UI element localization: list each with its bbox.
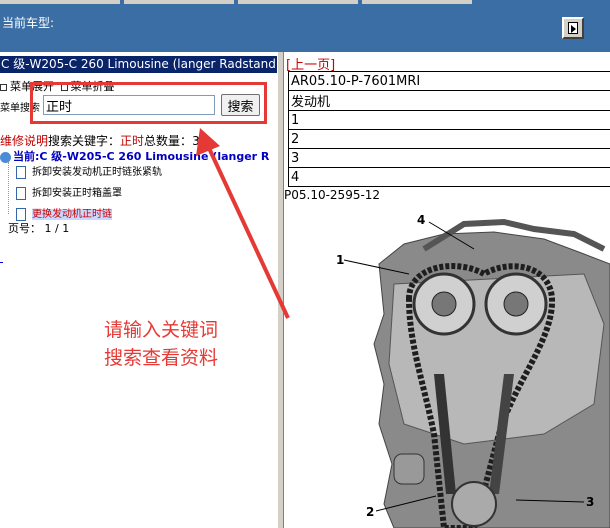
search-result-summary: 维修说明搜索关键字：正时总数量：3 [0, 132, 200, 149]
list-item[interactable]: 拆卸安装发动机正时链张紧轨 [8, 162, 162, 183]
pager: 页号： 1 / 1 [8, 220, 69, 236]
table-cell: AR05.10-P-7601MRI [288, 71, 610, 91]
table-row: 1 [288, 110, 610, 130]
pane-splitter[interactable] [277, 52, 284, 528]
nav-button[interactable] [562, 17, 584, 39]
table-row: 3 [288, 148, 610, 168]
expand-icon[interactable] [0, 83, 7, 91]
list-item[interactable]: 拆卸安装正时箱盖罩 [8, 183, 162, 204]
tab-4[interactable] [362, 0, 472, 4]
annotation-text: 请输入关键词 搜索查看资料 [104, 316, 218, 372]
content-pane: [上一页] AR05.10-P-7601MRI 发动机 1 2 3 4 P05.… [284, 52, 610, 528]
table-row: 2 [288, 129, 610, 149]
table-cell: 1 [288, 110, 610, 130]
repair-info-label: 维修说明 [0, 134, 49, 148]
table-row: 发动机 [288, 90, 610, 111]
callout-label: 4 [417, 213, 425, 227]
table-cell: 4 [288, 167, 610, 187]
keyword-label: 搜索关键字： [48, 134, 121, 148]
callout-label: 2 [366, 505, 374, 519]
document-icon [16, 166, 26, 179]
pager-value[interactable]: 1 / 1 [45, 222, 70, 235]
list-item-label: 更换发动机正时链 [32, 209, 112, 220]
list-item-label: 拆卸安装正时箱盖罩 [32, 188, 122, 199]
divider-mark [0, 262, 3, 263]
arrow-right-icon [571, 25, 576, 33]
engine-timing-chain-figure: 1 2 3 4 [336, 213, 610, 528]
document-icon [16, 187, 26, 200]
count-label: 总数量： [144, 134, 193, 148]
pager-label: 页号： [8, 222, 41, 235]
current-model-label: 当前车型: [2, 16, 55, 30]
tab-3[interactable] [238, 0, 358, 4]
keyword-value: 正时 [120, 134, 145, 148]
model-caption: C 级-W205-C 260 Limousine (langer Radstan… [0, 56, 277, 73]
annotation-line-1: 请输入关键词 [104, 319, 219, 341]
figure-code: P05.10-2595-12 [284, 188, 381, 202]
table-cell: 发动机 [288, 90, 610, 111]
result-tree: 拆卸安装发动机正时链张紧轨 拆卸安装正时箱盖罩 更换发动机正时链 [8, 162, 162, 225]
tab-strip [0, 0, 610, 4]
info-table: AR05.10-P-7601MRI 发动机 1 2 3 4 [288, 71, 610, 187]
count-value: 3 [192, 134, 200, 148]
tab-1[interactable] [0, 0, 120, 4]
tab-2[interactable] [124, 0, 234, 4]
table-cell: 3 [288, 148, 610, 168]
table-cell: 2 [288, 129, 610, 149]
annotation-line-2: 搜索查看资料 [104, 347, 219, 369]
list-item-label: 拆卸安装发动机正时链张紧轨 [32, 167, 162, 178]
callout-label: 3 [586, 495, 594, 509]
top-bar: 当前车型: [0, 0, 610, 52]
search-highlight-box [30, 82, 267, 124]
globe-icon [0, 151, 11, 163]
table-row: AR05.10-P-7601MRI [288, 71, 610, 91]
table-row: 4 [288, 167, 610, 187]
callout-label: 1 [336, 253, 344, 267]
